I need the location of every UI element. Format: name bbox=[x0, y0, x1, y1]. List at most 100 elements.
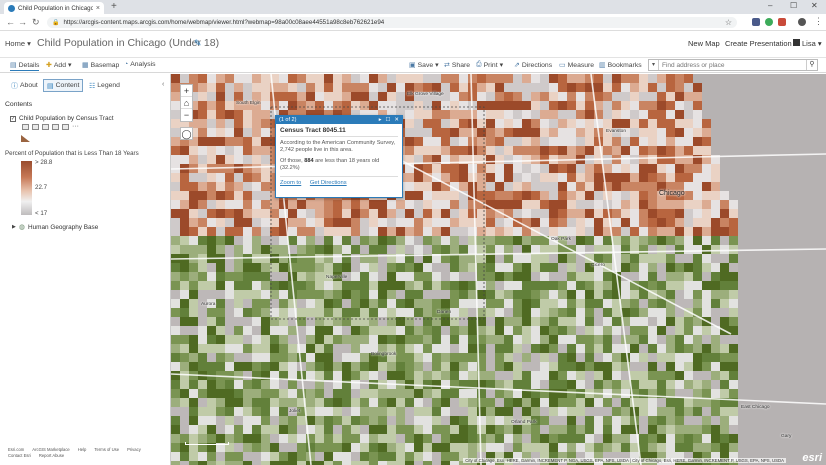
census-tract[interactable] bbox=[567, 254, 576, 263]
census-tract[interactable] bbox=[396, 416, 405, 425]
census-tract[interactable] bbox=[387, 371, 396, 380]
census-tract[interactable] bbox=[216, 182, 225, 191]
census-tract[interactable] bbox=[414, 344, 423, 353]
census-tract[interactable] bbox=[531, 380, 540, 389]
census-tract[interactable] bbox=[720, 119, 729, 128]
census-tract[interactable] bbox=[414, 83, 423, 92]
footer-link[interactable]: Privacy bbox=[127, 447, 141, 452]
census-tract[interactable] bbox=[621, 380, 630, 389]
census-tract[interactable] bbox=[297, 452, 306, 461]
census-tract[interactable] bbox=[405, 191, 414, 200]
census-tract[interactable] bbox=[459, 308, 468, 317]
census-tract[interactable] bbox=[405, 227, 414, 236]
census-tract[interactable] bbox=[513, 83, 522, 92]
census-tract[interactable] bbox=[252, 389, 261, 398]
census-tract[interactable] bbox=[468, 443, 477, 452]
census-tract[interactable] bbox=[378, 290, 387, 299]
census-tract[interactable] bbox=[207, 128, 216, 137]
census-tract[interactable] bbox=[549, 200, 558, 209]
census-tract[interactable] bbox=[675, 146, 684, 155]
census-tract[interactable] bbox=[171, 308, 180, 317]
census-tract[interactable] bbox=[702, 407, 711, 416]
census-tract[interactable] bbox=[261, 182, 270, 191]
census-tract[interactable] bbox=[540, 164, 549, 173]
census-tract[interactable] bbox=[810, 137, 819, 146]
census-tract[interactable] bbox=[765, 317, 774, 326]
census-tract[interactable] bbox=[657, 92, 666, 101]
census-tract[interactable] bbox=[171, 362, 180, 371]
census-tract[interactable] bbox=[396, 92, 405, 101]
census-tract[interactable] bbox=[522, 371, 531, 380]
census-tract[interactable] bbox=[477, 128, 486, 137]
census-tract[interactable] bbox=[639, 254, 648, 263]
census-tract[interactable] bbox=[648, 218, 657, 227]
census-tract[interactable] bbox=[270, 425, 279, 434]
census-tract[interactable] bbox=[423, 407, 432, 416]
census-tract[interactable] bbox=[648, 155, 657, 164]
census-tract[interactable] bbox=[369, 200, 378, 209]
census-tract[interactable] bbox=[522, 290, 531, 299]
census-tract[interactable] bbox=[720, 317, 729, 326]
census-tract[interactable] bbox=[252, 236, 261, 245]
census-tract[interactable] bbox=[306, 407, 315, 416]
census-tract[interactable] bbox=[459, 443, 468, 452]
census-tract[interactable] bbox=[243, 110, 252, 119]
census-tract[interactable] bbox=[387, 218, 396, 227]
census-tract[interactable] bbox=[603, 137, 612, 146]
census-tract[interactable] bbox=[459, 173, 468, 182]
census-tract[interactable] bbox=[657, 128, 666, 137]
census-tract[interactable] bbox=[288, 92, 297, 101]
census-tract[interactable] bbox=[234, 236, 243, 245]
census-tract[interactable] bbox=[576, 119, 585, 128]
census-tract[interactable] bbox=[405, 272, 414, 281]
census-tract[interactable] bbox=[756, 416, 765, 425]
census-tract[interactable] bbox=[810, 380, 819, 389]
census-tract[interactable] bbox=[171, 398, 180, 407]
minimize-icon[interactable]: – bbox=[768, 1, 772, 10]
census-tract[interactable] bbox=[612, 353, 621, 362]
census-tract[interactable] bbox=[207, 353, 216, 362]
census-tract[interactable] bbox=[612, 425, 621, 434]
census-tract[interactable] bbox=[468, 74, 477, 83]
census-tract[interactable] bbox=[621, 443, 630, 452]
census-tract[interactable] bbox=[720, 389, 729, 398]
census-tract[interactable] bbox=[756, 182, 765, 191]
census-tract[interactable] bbox=[558, 389, 567, 398]
census-tract[interactable] bbox=[513, 137, 522, 146]
census-tract[interactable] bbox=[351, 245, 360, 254]
census-tract[interactable] bbox=[459, 74, 468, 83]
census-tract[interactable] bbox=[198, 173, 207, 182]
census-tract[interactable] bbox=[216, 344, 225, 353]
census-tract[interactable] bbox=[333, 461, 342, 465]
census-tract[interactable] bbox=[441, 407, 450, 416]
census-tract[interactable] bbox=[729, 272, 738, 281]
census-tract[interactable] bbox=[639, 290, 648, 299]
census-tract[interactable] bbox=[756, 146, 765, 155]
census-tract[interactable] bbox=[702, 362, 711, 371]
census-tract[interactable] bbox=[459, 245, 468, 254]
layer-checkbox[interactable]: ✓ bbox=[10, 115, 16, 122]
census-tract[interactable] bbox=[441, 137, 450, 146]
census-tract[interactable] bbox=[297, 353, 306, 362]
census-tract[interactable] bbox=[558, 110, 567, 119]
census-tract[interactable] bbox=[675, 164, 684, 173]
census-tract[interactable] bbox=[225, 191, 234, 200]
census-tract[interactable] bbox=[315, 461, 324, 465]
census-tract[interactable] bbox=[648, 146, 657, 155]
census-tract[interactable] bbox=[783, 101, 792, 110]
census-tract[interactable] bbox=[585, 182, 594, 191]
census-tract[interactable] bbox=[801, 416, 810, 425]
census-tract[interactable] bbox=[819, 254, 826, 263]
census-tract[interactable] bbox=[315, 452, 324, 461]
census-tract[interactable] bbox=[576, 146, 585, 155]
census-tract[interactable] bbox=[432, 245, 441, 254]
census-tract[interactable] bbox=[351, 101, 360, 110]
census-tract[interactable] bbox=[180, 281, 189, 290]
census-tract[interactable] bbox=[702, 236, 711, 245]
census-tract[interactable] bbox=[252, 425, 261, 434]
census-tract[interactable] bbox=[342, 218, 351, 227]
census-tract[interactable] bbox=[549, 137, 558, 146]
census-tract[interactable] bbox=[756, 92, 765, 101]
census-tract[interactable] bbox=[432, 119, 441, 128]
census-tract[interactable] bbox=[342, 434, 351, 443]
